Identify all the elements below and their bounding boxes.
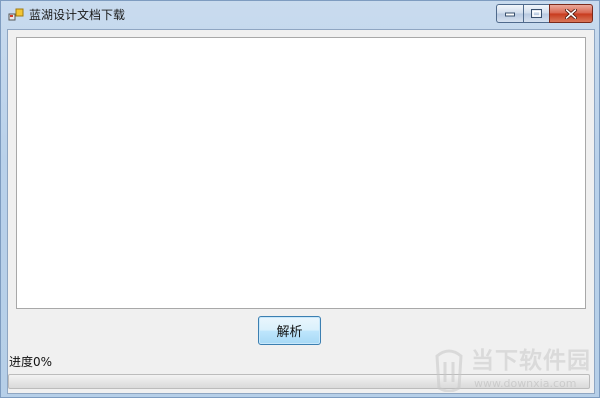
close-button[interactable] [549,4,593,23]
title-bar[interactable]: 蓝湖设计文档下载 [1,1,599,29]
maximize-button[interactable] [523,4,549,23]
window-title: 蓝湖设计文档下载 [29,8,126,22]
minimize-button[interactable] [496,4,523,23]
watermark-brand: 当下软件园 [471,348,591,374]
app-icon [8,8,24,21]
caption-buttons [496,4,593,23]
minimize-icon [505,12,515,16]
watermark-logo-icon [435,349,463,392]
maximize-icon [531,9,542,18]
app-window: 蓝湖设计文档下载 解析 进度0% 当下软件园 www.downxia.com [0,0,600,398]
watermark-url: www.downxia.com [474,377,577,390]
output-textbox[interactable] [16,37,586,309]
parse-button[interactable]: 解析 [258,316,321,345]
close-icon [565,8,577,19]
watermark: 当下软件园 www.downxia.com [429,347,595,393]
client-area: 解析 进度0% [7,29,595,394]
progress-label: 进度0% [9,355,53,369]
